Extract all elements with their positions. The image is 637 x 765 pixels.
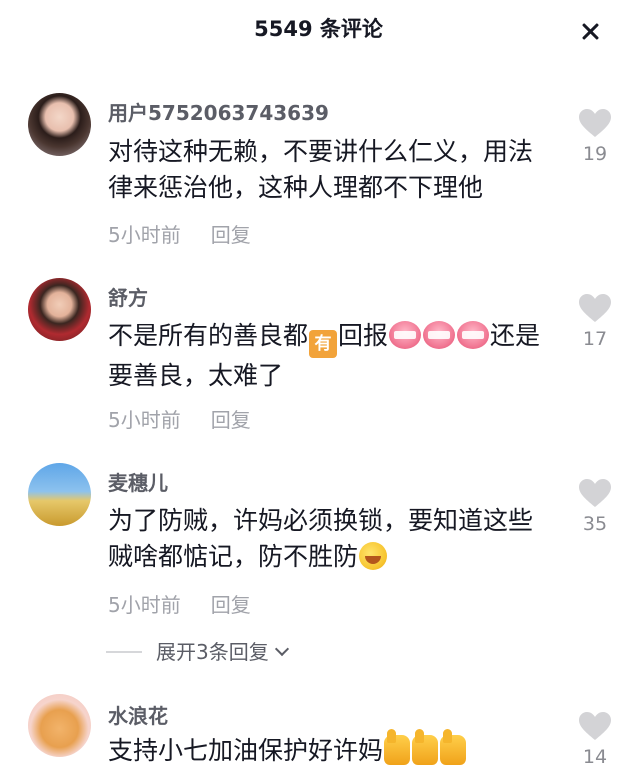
expand-divider	[106, 651, 142, 653]
comment-meta: 5小时前 回复	[108, 404, 251, 433]
comment-username[interactable]: 用户5752063743639	[108, 97, 329, 126]
avatar[interactable]	[28, 463, 91, 526]
heart-icon	[579, 479, 611, 507]
comment-text-part: 不是所有的善良都	[108, 321, 309, 350]
comment-text: 支持小七加油保护好许妈	[108, 729, 553, 765]
close-icon[interactable]	[572, 16, 608, 48]
expand-replies-button[interactable]: 展开3条回复	[106, 636, 289, 665]
thumbs-up-icon	[412, 729, 439, 765]
like-count: 14	[582, 746, 608, 765]
comment-text: 为了防贼，许妈必须换锁，要知道这些贼啥都惦记，防不胜防	[108, 503, 553, 575]
comment-text-part: 为了防贼，许妈必须换锁，要知道这些贼啥都惦记，防不胜防	[108, 506, 534, 571]
comment-count-title: 5549 条评论	[254, 17, 383, 41]
like-count: 35	[582, 513, 608, 535]
like-button[interactable]: 14	[574, 711, 616, 765]
like-button[interactable]: 35	[574, 478, 616, 535]
avatar[interactable]	[28, 694, 91, 757]
comment-text: 不是所有的善良都有回报 还是要善良，太难了	[108, 318, 553, 394]
avatar[interactable]	[28, 93, 91, 156]
heart-icon	[579, 294, 611, 322]
like-count: 19	[582, 143, 608, 165]
like-button[interactable]: 19	[574, 108, 616, 165]
comment-time: 5小时前	[108, 593, 181, 617]
reply-button[interactable]: 回复	[211, 593, 251, 617]
comment-time: 5小时前	[108, 223, 181, 247]
comment-username[interactable]: 麦穗儿	[108, 467, 168, 496]
jiayou-emoji-icon	[457, 321, 490, 349]
comment-time: 5小时前	[108, 408, 181, 432]
heart-icon	[579, 712, 611, 740]
comment-meta: 5小时前 回复	[108, 589, 251, 618]
heart-icon	[579, 109, 611, 137]
emoji-you-icon: 有	[309, 330, 338, 358]
thumbs-up-icon	[384, 729, 411, 765]
comment-text-part: 支持小七加油保护好许妈	[108, 736, 384, 765]
comment-username[interactable]: 水浪花	[108, 700, 168, 729]
reply-button[interactable]: 回复	[211, 408, 251, 432]
laughing-emoji-icon	[359, 542, 388, 570]
comment-text-part: 回报	[338, 321, 389, 350]
thumbs-up-icon	[440, 729, 467, 765]
comments-header: 5549 条评论	[0, 0, 637, 60]
expand-replies-label: 展开3条回复	[156, 640, 269, 664]
comment-text: 对待这种无赖，不要讲什么仁义，用法律来惩治他，这种人理都不下理他	[108, 137, 534, 202]
like-button[interactable]: 17	[574, 293, 616, 350]
like-count: 17	[582, 328, 608, 350]
jiayou-emoji-icon	[423, 321, 456, 349]
chevron-down-icon	[274, 641, 289, 657]
jiayou-emoji-icon	[389, 321, 422, 349]
comment-meta: 5小时前 回复	[108, 219, 251, 248]
comment-username[interactable]: 舒方	[108, 282, 148, 311]
avatar[interactable]	[28, 278, 91, 341]
reply-button[interactable]: 回复	[211, 223, 251, 247]
